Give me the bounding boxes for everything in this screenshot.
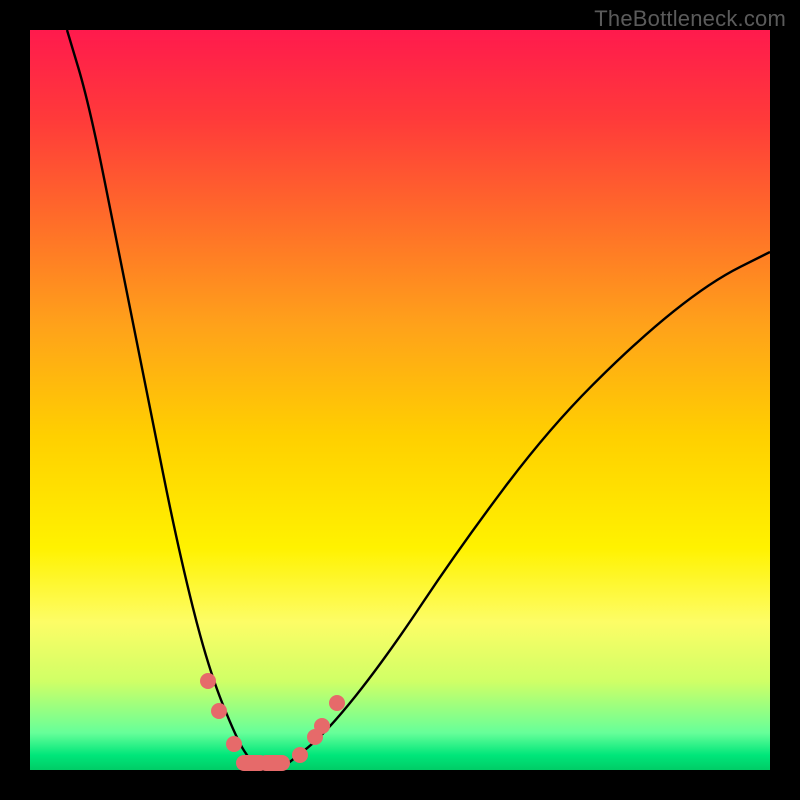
chart-frame: TheBottleneck.com — [0, 0, 800, 800]
data-marker — [329, 695, 345, 711]
right-curve — [289, 252, 770, 763]
left-curve — [67, 30, 252, 763]
plot-area — [30, 30, 770, 770]
data-marker — [226, 736, 242, 752]
curve-layer — [30, 30, 770, 770]
data-marker — [314, 718, 330, 734]
data-marker — [200, 673, 216, 689]
data-marker — [258, 755, 290, 771]
data-marker — [292, 747, 308, 763]
watermark-text: TheBottleneck.com — [594, 6, 786, 32]
data-marker — [211, 703, 227, 719]
